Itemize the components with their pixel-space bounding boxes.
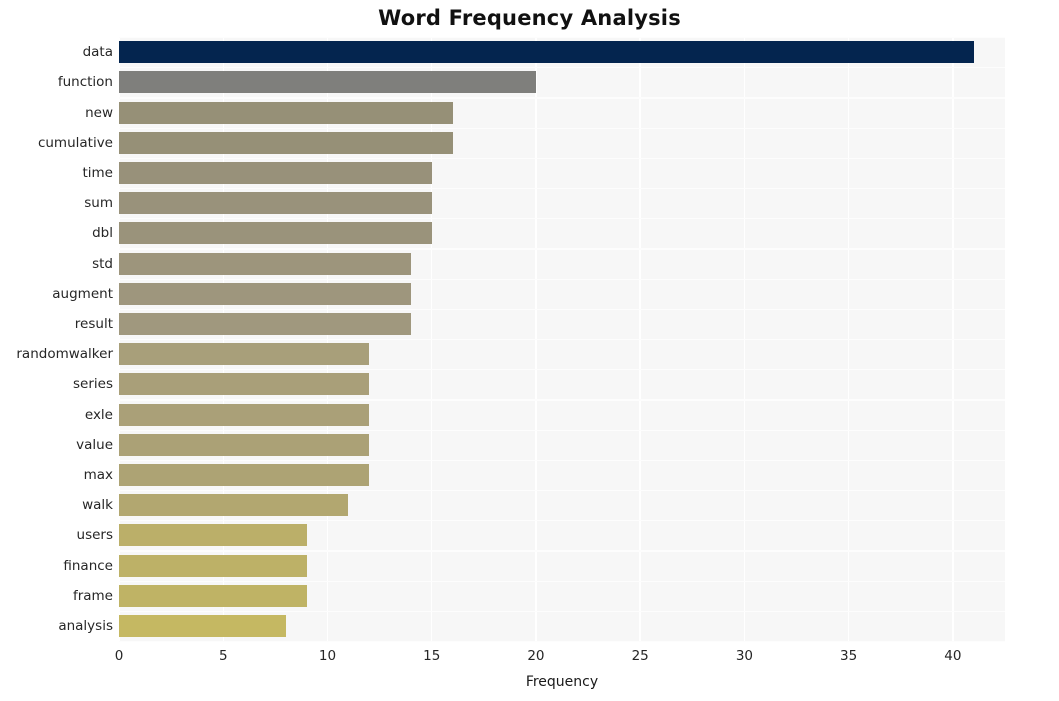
x-axis-tick-label: 25	[631, 648, 649, 664]
bars-layer	[119, 37, 1005, 641]
page-title: Word Frequency Analysis	[378, 6, 681, 30]
bar	[119, 41, 974, 64]
y-axis-tick-labels: data function new cumulative time sum dbl std au…	[0, 37, 113, 641]
y-axis-tick-label: frame	[72, 587, 113, 604]
bar	[119, 282, 411, 305]
y-axis-tick-label: users	[76, 527, 113, 544]
bar	[119, 614, 286, 637]
x-axis-tick-label: 30	[735, 648, 753, 664]
y-axis-tick-label: dbl	[92, 225, 113, 242]
bar	[119, 584, 307, 607]
y-axis-tick-label: walk	[82, 497, 113, 514]
bar	[119, 252, 411, 275]
y-axis-tick-label: time	[82, 164, 113, 181]
x-axis-tick-label: 15	[423, 648, 441, 664]
x-axis-tick-label: 10	[318, 648, 337, 664]
y-axis-tick-label: exle	[84, 406, 113, 423]
chart-figure: Word Frequency Analysis data function new c…	[0, 0, 1059, 701]
y-axis-tick-label: cumulative	[37, 134, 113, 151]
bar	[119, 494, 349, 517]
y-axis-tick-label: value	[76, 436, 113, 453]
y-axis-tick-label: sum	[84, 195, 113, 212]
y-axis-tick-label: randomwalker	[16, 346, 113, 363]
x-axis-tick-label: 35	[840, 648, 858, 664]
y-axis-tick-label: series	[73, 376, 113, 393]
y-axis-tick-label: augment	[52, 285, 113, 302]
bar	[119, 161, 432, 184]
y-axis-tick-label: function	[57, 74, 113, 91]
x-axis-tick-label: 40	[944, 648, 962, 664]
y-axis-tick-label: result	[74, 315, 113, 332]
y-axis-tick-label: max	[83, 466, 113, 483]
y-axis-tick-label: new	[85, 104, 113, 121]
gridline-horizontal	[119, 641, 1005, 643]
x-axis-tick-labels: 0 5 10 15 20 25 30 35 40	[115, 648, 1005, 668]
y-axis-tick-label: analysis	[58, 617, 113, 634]
bar	[119, 71, 536, 94]
x-axis-tick-label: 20	[527, 648, 545, 664]
bar	[119, 463, 370, 486]
x-axis-tick-label: 0	[114, 648, 124, 664]
plot-area	[118, 37, 1005, 643]
bar	[119, 554, 307, 577]
y-axis-tick-label: finance	[63, 557, 113, 574]
bar	[119, 343, 370, 366]
bar	[119, 403, 370, 426]
bar	[119, 373, 370, 396]
bar	[119, 524, 307, 547]
x-axis-tick-label: 5	[218, 648, 228, 664]
bar	[119, 192, 432, 215]
bar	[119, 131, 453, 154]
y-axis-tick-label: data	[82, 44, 113, 61]
bar	[119, 312, 411, 335]
bar	[119, 433, 370, 456]
bar	[119, 101, 453, 124]
bar	[119, 222, 432, 245]
y-axis-tick-label: std	[92, 255, 113, 272]
x-axis-title: Frequency	[525, 674, 599, 690]
